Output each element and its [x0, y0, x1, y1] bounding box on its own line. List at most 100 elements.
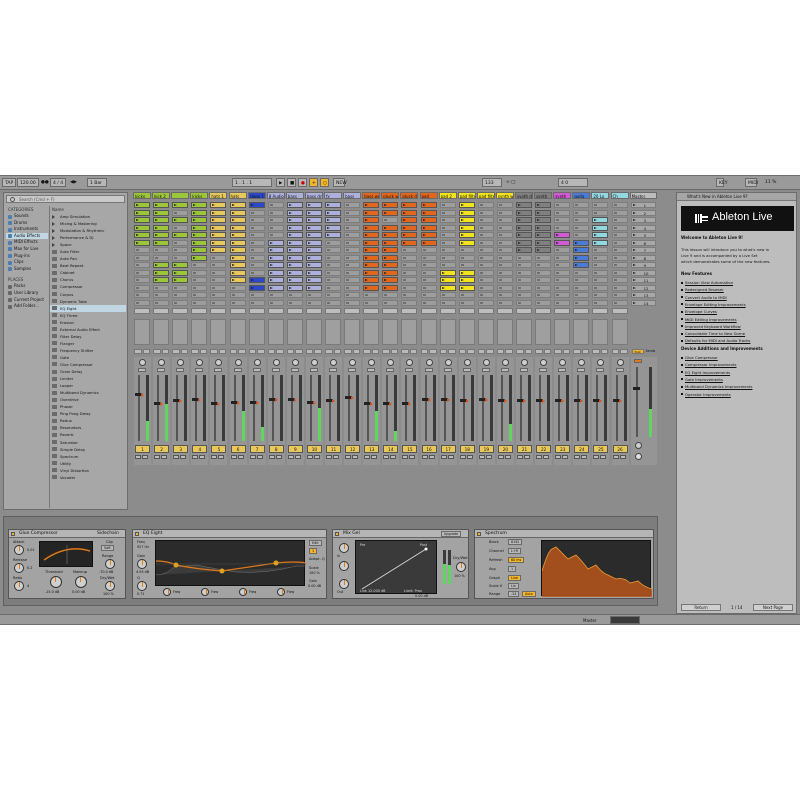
clip-slot[interactable]: [134, 224, 151, 231]
pan-knob[interactable]: [521, 358, 528, 366]
send-a-knob[interactable]: [229, 348, 238, 354]
empty-clip-slot[interactable]: [420, 269, 437, 276]
clip-slot[interactable]: [153, 232, 170, 238]
arm-button[interactable]: [524, 454, 530, 459]
overdub-icon[interactable]: +: [309, 178, 318, 187]
clip-slot[interactable]: [458, 284, 475, 291]
clip-play-icon[interactable]: [250, 286, 254, 289]
clip-stop-icon[interactable]: [212, 279, 216, 281]
empty-clip-slot[interactable]: [248, 254, 265, 261]
clip-slot[interactable]: [134, 209, 151, 216]
solo-button[interactable]: [268, 454, 275, 459]
clip-play-icon[interactable]: [518, 234, 521, 236]
empty-clip-slot[interactable]: [401, 254, 418, 261]
link-knob[interactable]: [339, 561, 349, 571]
send-a-knob[interactable]: [172, 348, 180, 354]
volume-fader-track[interactable]: [138, 374, 140, 441]
solo-button[interactable]: [287, 454, 294, 459]
nudge-icon[interactable]: ◀▶: [70, 178, 77, 187]
send-a-knob[interactable]: [191, 348, 199, 354]
clip-play-icon[interactable]: [307, 249, 311, 251]
volume-value[interactable]: [176, 367, 185, 372]
track-stop-button[interactable]: [458, 308, 475, 314]
tap-tempo-button[interactable]: TAP: [2, 178, 17, 187]
track-stop-button[interactable]: [248, 308, 265, 314]
track-activator-button[interactable]: 19: [478, 444, 494, 453]
clip-play-icon[interactable]: [518, 226, 521, 229]
scene-launch-button[interactable]: 12: [630, 284, 656, 291]
clip-stop-icon[interactable]: [250, 249, 254, 251]
clip-slot[interactable]: [516, 232, 533, 238]
clip-play-icon[interactable]: [288, 286, 292, 289]
track-activator-button[interactable]: 20: [497, 444, 513, 453]
clip-stop-icon[interactable]: [155, 256, 159, 259]
clip-stop-icon[interactable]: [479, 301, 483, 304]
clip-play-icon[interactable]: [365, 264, 369, 266]
empty-clip-slot[interactable]: [267, 217, 284, 223]
empty-clip-slot[interactable]: [210, 254, 227, 261]
track-activator-button[interactable]: 17: [440, 444, 456, 453]
clip-stop-icon[interactable]: [193, 264, 197, 266]
clip-slot[interactable]: [172, 269, 189, 276]
clip-stop-icon[interactable]: [594, 211, 598, 214]
empty-clip-slot[interactable]: [305, 292, 322, 298]
empty-clip-slot[interactable]: [496, 254, 513, 261]
clip-stop-icon[interactable]: [193, 286, 197, 289]
volume-fader-track[interactable]: [252, 374, 255, 441]
empty-clip-slot[interactable]: [325, 284, 342, 291]
volume-fader-track[interactable]: [405, 374, 408, 441]
clip-play-icon[interactable]: [288, 256, 292, 259]
clip-stop-icon[interactable]: [422, 271, 426, 274]
clip-play-icon[interactable]: [307, 211, 311, 214]
empty-clip-slot[interactable]: [458, 247, 475, 253]
clip-stop-icon[interactable]: [498, 234, 502, 236]
scene-launch-button[interactable]: 4: [630, 224, 656, 231]
clip-slot[interactable]: [535, 239, 552, 246]
volume-value[interactable]: [443, 367, 452, 372]
clip-play-icon[interactable]: [365, 241, 369, 244]
clip-slot[interactable]: [382, 232, 399, 238]
clip-stop-icon[interactable]: [174, 256, 178, 259]
clip-stop-icon[interactable]: [441, 256, 445, 259]
volume-value[interactable]: [500, 367, 509, 372]
track-activator-button[interactable]: 23: [555, 444, 571, 453]
clip-play-icon[interactable]: [174, 204, 178, 206]
clip-stop-icon[interactable]: [269, 219, 273, 221]
browser-item[interactable]: Auto Filter: [50, 248, 126, 255]
volume-value[interactable]: [481, 367, 490, 372]
send-b-knob[interactable]: [600, 348, 609, 354]
clip-stop-icon[interactable]: [498, 294, 502, 296]
empty-clip-slot[interactable]: [477, 284, 494, 291]
clip-slot[interactable]: [134, 217, 151, 223]
browser-item[interactable]: Mixing & Mastering: [50, 220, 126, 227]
scene-play-icon[interactable]: [632, 211, 636, 214]
clip-slot[interactable]: [516, 224, 533, 231]
browser-item[interactable]: Resonators: [50, 424, 126, 431]
empty-clip-slot[interactable]: [477, 224, 494, 231]
empty-clip-slot[interactable]: [477, 247, 494, 253]
clip-slot[interactable]: [286, 209, 303, 216]
clip-stop-icon[interactable]: [556, 256, 560, 259]
empty-clip-slot[interactable]: [496, 224, 513, 231]
empty-clip-slot[interactable]: [611, 202, 628, 208]
empty-clip-slot[interactable]: [496, 277, 513, 283]
send-a-knob[interactable]: [382, 348, 390, 354]
empty-clip-slot[interactable]: [477, 277, 494, 283]
track-activator-button[interactable]: 11: [326, 444, 342, 453]
arm-button[interactable]: [237, 454, 244, 459]
eq-gain-knob[interactable]: [137, 559, 147, 569]
solo-button[interactable]: [249, 454, 256, 459]
clip-play-icon[interactable]: [269, 271, 273, 274]
clip-slot[interactable]: [210, 247, 227, 253]
clip-stop-icon[interactable]: [403, 249, 407, 251]
device-title[interactable]: Spectrum: [475, 530, 653, 538]
soft-clip-toggle[interactable]: Soft: [101, 545, 114, 551]
empty-clip-slot[interactable]: [229, 292, 246, 298]
browser-item[interactable]: Auto Pan: [50, 255, 126, 262]
clip-stop-icon[interactable]: [498, 219, 502, 221]
empty-clip-slot[interactable]: [516, 269, 533, 276]
clip-play-icon[interactable]: [327, 234, 330, 236]
clip-play-icon[interactable]: [365, 234, 369, 236]
clip-play-icon[interactable]: [460, 226, 464, 229]
track-stop-button[interactable]: [592, 308, 609, 314]
